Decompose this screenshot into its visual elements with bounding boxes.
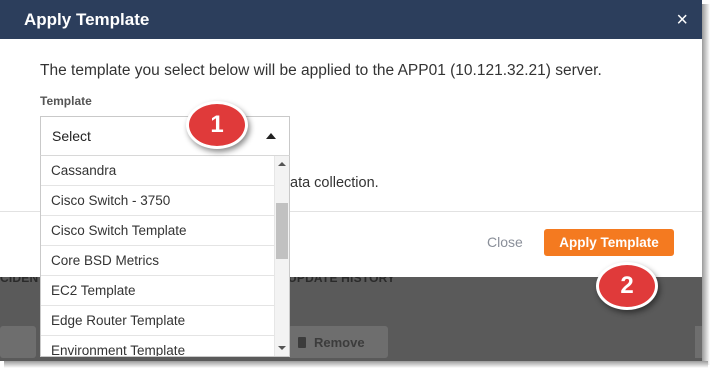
shadow-right-edge — [702, 4, 710, 365]
background-button — [0, 326, 36, 358]
dropdown-option[interactable]: Cisco Switch - 3750 — [41, 186, 275, 216]
apply-template-button[interactable]: Apply Template — [544, 229, 674, 256]
template-field-label: Template — [40, 94, 92, 108]
template-select-value: Select — [52, 128, 91, 144]
background-remove-button: Remove — [288, 326, 388, 358]
template-select[interactable]: Select — [40, 116, 290, 156]
caret-up-icon — [266, 133, 276, 139]
dropdown-option[interactable]: Environment Template — [41, 336, 275, 356]
dropdown-option[interactable]: Cisco Switch Template — [41, 216, 275, 246]
dialog-title: Apply Template — [24, 9, 150, 29]
template-option-list: Cassandra Cisco Switch - 3750 Cisco Swit… — [41, 156, 275, 356]
dropdown-scrollbar[interactable] — [274, 156, 289, 356]
dropdown-option[interactable]: Edge Router Template — [41, 306, 275, 336]
step-2-callout: 2 — [596, 262, 658, 310]
scrollbar-thumb[interactable] — [276, 203, 288, 259]
close-button[interactable]: Close — [487, 234, 523, 250]
dropdown-option[interactable]: Core BSD Metrics — [41, 246, 275, 276]
scroll-up-arrow-icon[interactable] — [278, 162, 286, 166]
shadow-bottom-edge — [4, 361, 708, 368]
dialog-description-secondary: ata collection. — [290, 175, 379, 191]
dropdown-option[interactable]: Cassandra — [41, 156, 275, 186]
dialog-header: Apply Template × — [0, 0, 702, 39]
dialog-description: The template you select below will be ap… — [40, 62, 602, 79]
dropdown-option[interactable]: EC2 Template — [41, 276, 275, 306]
step-1-callout: 1 — [186, 101, 248, 149]
trash-icon — [298, 336, 306, 348]
background-edge-element — [695, 326, 702, 358]
background-remove-label: Remove — [314, 334, 365, 350]
close-icon[interactable]: × — [676, 10, 688, 30]
template-dropdown: Cassandra Cisco Switch - 3750 Cisco Swit… — [40, 156, 290, 357]
scroll-down-arrow-icon[interactable] — [278, 346, 286, 350]
